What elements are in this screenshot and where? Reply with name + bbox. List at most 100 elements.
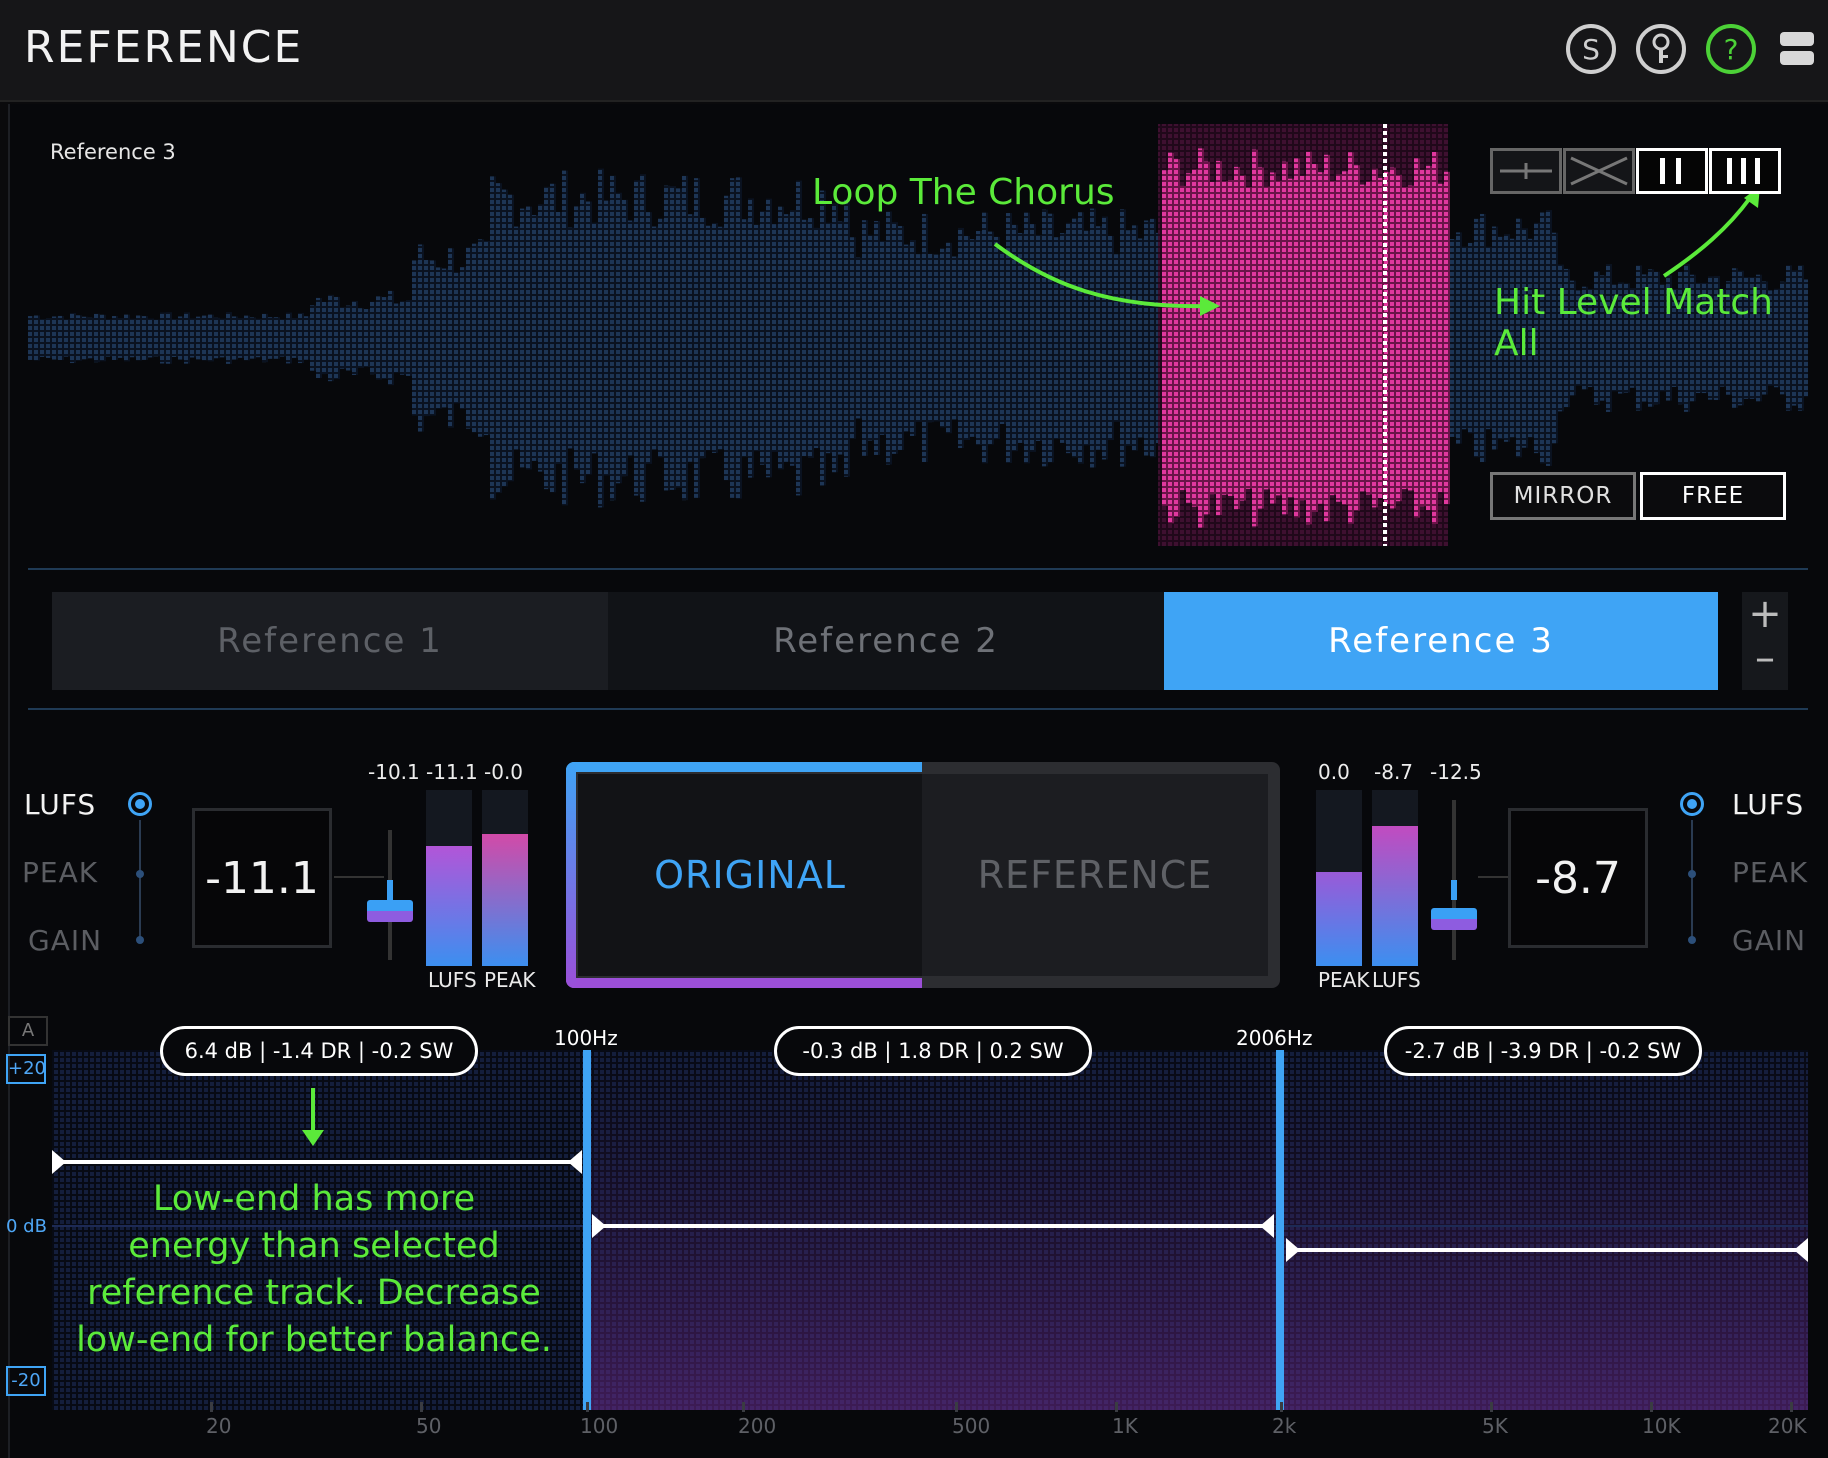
waveform-column xyxy=(790,210,796,466)
waveform-column xyxy=(550,183,556,493)
waveform-column xyxy=(652,226,658,450)
waveform-column xyxy=(1222,181,1228,495)
waveform-column xyxy=(742,219,748,457)
help-icon[interactable]: ? xyxy=(1706,24,1756,74)
waveform-column xyxy=(478,239,484,437)
waveform-column xyxy=(676,188,682,488)
annotation-level-match: Hit Level Match All xyxy=(1494,282,1773,364)
waveform-column xyxy=(514,226,520,450)
level-match-button[interactable] xyxy=(1636,148,1708,194)
left-top-value-3: -0.0 xyxy=(484,760,524,784)
waveform-column xyxy=(1486,246,1492,430)
waveform-column xyxy=(172,319,178,357)
menu-icon[interactable] xyxy=(1780,32,1814,66)
waveform-column xyxy=(1270,172,1276,504)
waveform-column xyxy=(1252,149,1258,527)
waveform-column xyxy=(280,319,286,357)
waveform-column xyxy=(130,318,136,358)
waveform-column xyxy=(148,318,154,358)
band-3-info: -2.7 dB | -3.9 DR | -0.2 SW xyxy=(1384,1026,1702,1076)
waveform-column xyxy=(814,227,820,449)
original-button[interactable]: ORIGINAL xyxy=(578,774,922,976)
add-reference-button[interactable]: + xyxy=(1742,592,1788,636)
waveform-column xyxy=(1480,213,1486,463)
reference-button[interactable]: REFERENCE xyxy=(922,774,1268,976)
waveform-column xyxy=(670,186,676,490)
waveform-column xyxy=(94,313,100,363)
waveform-column xyxy=(286,312,292,364)
level-match-all-button[interactable] xyxy=(1709,148,1781,194)
right-gain-dot[interactable] xyxy=(1688,936,1696,944)
eq-annotation-line-3: reference track. Decrease xyxy=(87,1273,541,1313)
tab-reference-1[interactable]: Reference 1 xyxy=(52,592,608,690)
key-glyph xyxy=(1652,33,1670,63)
waveform-column xyxy=(508,194,514,482)
waveform-column xyxy=(256,318,262,358)
waveform-column xyxy=(1168,152,1174,524)
remove-reference-button[interactable]: – xyxy=(1742,636,1788,680)
axis-label-20k: 20K xyxy=(1768,1414,1807,1438)
waveform-column xyxy=(418,244,424,432)
mirror-button[interactable]: MIRROR xyxy=(1490,472,1636,520)
waveform-column xyxy=(496,183,502,493)
waveform-column xyxy=(604,200,610,476)
waveform-column xyxy=(70,312,76,364)
key-icon[interactable] xyxy=(1636,24,1686,74)
right-mode-radio[interactable] xyxy=(1680,792,1704,816)
waveform-column xyxy=(1456,232,1462,444)
left-gain-dot[interactable] xyxy=(136,936,144,944)
waveform-column xyxy=(682,175,688,501)
tab-reference-2[interactable]: Reference 2 xyxy=(608,592,1164,690)
waveform-column xyxy=(370,301,376,375)
waveform-column xyxy=(850,237,856,439)
eq-scale-top[interactable]: +20 xyxy=(6,1054,46,1084)
separator-bottom xyxy=(28,708,1808,710)
free-button[interactable]: FREE xyxy=(1640,472,1786,520)
crossover-100hz-handle[interactable] xyxy=(583,1050,591,1410)
mode-crossfade-button[interactable] xyxy=(1563,148,1635,194)
axis-label-500: 500 xyxy=(952,1414,991,1438)
waveform-column xyxy=(610,175,616,501)
band-1-info: 6.4 dB | -1.4 DR | -0.2 SW xyxy=(160,1026,478,1076)
left-bar-label-2: PEAK xyxy=(484,968,536,992)
right-lufs-meter xyxy=(1372,790,1418,966)
left-peak-dot[interactable] xyxy=(136,870,144,878)
annotation-arrow-loop xyxy=(993,242,1220,316)
waveform-column xyxy=(784,214,790,462)
waveform-column xyxy=(202,315,208,361)
left-gain-fader[interactable] xyxy=(367,900,413,922)
right-top-value-3: -12.5 xyxy=(1430,760,1482,784)
eq-a-button[interactable]: A xyxy=(8,1016,48,1046)
waveform-column xyxy=(46,318,52,358)
left-mode-radio[interactable] xyxy=(128,792,152,816)
waveform-column xyxy=(1162,170,1168,506)
waveform-column xyxy=(76,315,82,361)
compare-toggle[interactable]: ORIGINAL REFERENCE xyxy=(566,762,1280,988)
s-icon[interactable]: S xyxy=(1566,24,1616,74)
eq-annotation-line-1: Low-end has more xyxy=(152,1179,476,1219)
waveform-column xyxy=(1318,172,1324,504)
waveform-column xyxy=(718,226,724,450)
waveform-column xyxy=(1414,158,1420,518)
right-fader-stem xyxy=(1451,880,1457,900)
waveform-column xyxy=(304,316,310,360)
waveform-column xyxy=(1438,183,1444,493)
waveform-column xyxy=(916,254,922,422)
waveform-column xyxy=(1402,186,1408,490)
waveform-column xyxy=(940,248,946,428)
waveform-column xyxy=(1288,178,1294,498)
mode-single-line-button[interactable] xyxy=(1490,148,1562,194)
right-gain-fader[interactable] xyxy=(1431,908,1477,930)
waveform-column xyxy=(424,259,430,417)
waveform-column xyxy=(322,301,328,375)
eq-scale-bottom[interactable]: -20 xyxy=(6,1366,46,1396)
right-peak-label: PEAK xyxy=(1732,856,1809,889)
crossover-2006hz-handle[interactable] xyxy=(1276,1050,1284,1410)
waveform-column xyxy=(1210,181,1216,495)
tab-reference-3[interactable]: Reference 3 xyxy=(1164,592,1718,690)
waveform-column xyxy=(1204,161,1210,515)
right-peak-dot[interactable] xyxy=(1688,870,1696,878)
axis-label-50: 50 xyxy=(416,1414,442,1438)
right-lufs-value: -8.7 xyxy=(1508,808,1648,948)
waveform-column xyxy=(598,168,604,508)
